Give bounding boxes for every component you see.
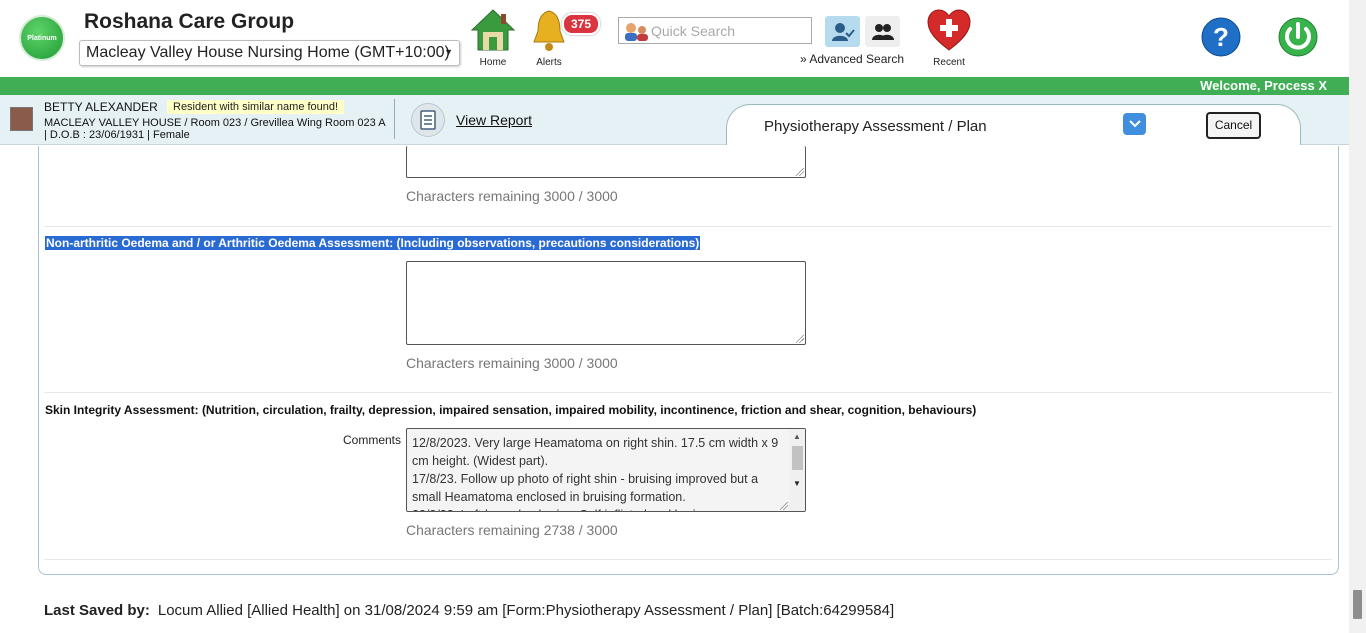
form-select-button[interactable] xyxy=(1123,113,1146,135)
document-icon xyxy=(420,110,436,130)
comments-label: Comments xyxy=(343,433,402,447)
divider xyxy=(394,99,395,139)
quick-search-box xyxy=(618,17,812,44)
section-divider xyxy=(44,392,1332,393)
oedema-assessment-label: Non-arthritic Oedema and / or Arthritic … xyxy=(45,236,701,250)
caret-down-icon: ▼ xyxy=(444,47,453,57)
form-title: Physiotherapy Assessment / Plan xyxy=(764,118,987,135)
skin-integrity-comments[interactable]: 12/8/2023. Very large Heamatoma on right… xyxy=(406,428,806,512)
help-button[interactable]: ? xyxy=(1200,17,1242,59)
heart-plus-icon xyxy=(927,9,971,51)
home-button[interactable]: Home xyxy=(468,8,518,68)
previous-section-textarea[interactable] xyxy=(406,146,806,178)
svg-text:?: ? xyxy=(1213,22,1229,52)
top-header: Platinum Roshana Care Group Macleay Vall… xyxy=(0,0,1349,77)
power-icon xyxy=(1278,17,1318,57)
chars-remaining: Characters remaining 3000 / 3000 xyxy=(406,355,618,371)
chars-remaining: Characters remaining 2738 / 3000 xyxy=(406,522,618,538)
facility-value: Macleay Valley House Nursing Home (GMT+1… xyxy=(86,44,450,61)
resize-grip[interactable] xyxy=(780,502,788,510)
welcome-text: Welcome, Process X xyxy=(1200,78,1327,93)
logo-text: Platinum xyxy=(27,34,57,42)
resize-grip[interactable] xyxy=(796,335,804,343)
view-report-link[interactable]: View Report xyxy=(456,112,532,128)
facility-select[interactable]: Macleay Valley House Nursing Home (GMT+1… xyxy=(79,40,460,66)
comments-text: 12/8/2023. Very large Heamatoma on right… xyxy=(412,436,779,511)
quick-search-input[interactable] xyxy=(651,21,807,41)
resident-dob: | D.O.B : 23/06/1931 | Female xyxy=(44,129,190,141)
section-divider xyxy=(44,559,1332,560)
cancel-button[interactable]: Cancel xyxy=(1206,112,1261,139)
chars-remaining: Characters remaining 3000 / 3000 xyxy=(406,188,618,204)
last-saved-label: Last Saved by: xyxy=(44,602,150,619)
scroll-down-icon[interactable]: ▼ xyxy=(793,479,801,488)
people-search-icon xyxy=(625,23,648,41)
scroll-thumb[interactable] xyxy=(792,446,803,470)
report-button[interactable] xyxy=(411,103,445,137)
home-label: Home xyxy=(479,57,507,68)
section-divider xyxy=(44,226,1332,227)
resident-search-button[interactable] xyxy=(825,16,860,47)
resident-location: MACLEAY VALLEY HOUSE / Room 023 / Grevil… xyxy=(44,117,386,129)
welcome-bar: Welcome, Process X xyxy=(0,77,1349,95)
recent-label: Recent xyxy=(933,57,965,68)
platinum-logo[interactable]: Platinum xyxy=(19,15,65,61)
users-icon xyxy=(871,23,894,40)
house-icon xyxy=(470,9,516,51)
org-name: Roshana Care Group xyxy=(84,10,295,33)
question-icon: ? xyxy=(1201,17,1241,57)
page-scrollbar[interactable] xyxy=(1349,0,1366,633)
alerts-label: Alerts xyxy=(536,57,562,68)
similar-name-warning: Resident with similar name found! xyxy=(167,100,345,114)
recent-button[interactable]: Recent xyxy=(924,8,974,68)
page-scroll-thumb[interactable] xyxy=(1353,590,1362,619)
last-saved-value: Locum Allied [Allied Health] on 31/08/20… xyxy=(157,602,895,619)
resident-bar: BETTY ALEXANDER Resident with similar na… xyxy=(0,95,1349,145)
skin-integrity-label: Skin Integrity Assessment: (Nutrition, c… xyxy=(45,403,977,417)
comments-scrollbar[interactable]: ▲ ▼ xyxy=(789,429,805,511)
resident-name[interactable]: BETTY ALEXANDER xyxy=(44,100,158,114)
chevron-down-icon xyxy=(1128,120,1141,128)
resize-grip[interactable] xyxy=(796,168,804,176)
staff-search-button[interactable] xyxy=(865,16,900,47)
resident-photo xyxy=(10,107,33,131)
advanced-search-link[interactable]: » Advanced Search xyxy=(800,52,904,66)
logout-button[interactable] xyxy=(1277,16,1319,58)
user-check-icon xyxy=(831,22,855,41)
last-saved-info: Last Saved by: Locum Allied [Allied Healt… xyxy=(44,602,894,619)
alerts-count-badge: 375 xyxy=(562,13,601,35)
scroll-up-icon[interactable]: ▲ xyxy=(793,432,801,441)
oedema-assessment-textarea[interactable] xyxy=(406,261,806,345)
